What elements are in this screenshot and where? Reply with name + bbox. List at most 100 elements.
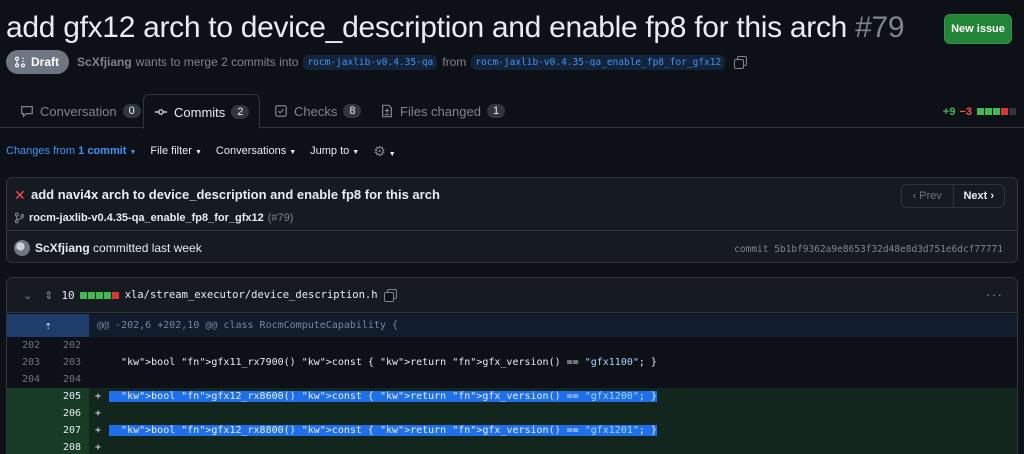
new-line-number[interactable]: 208 xyxy=(48,439,89,454)
diff-line: 203 203 "kw">bool "fn">gfx11_rx7900() "k… xyxy=(7,354,1017,371)
line-code: + "kw">bool "fn">gfx12_rx8600() "kw">con… xyxy=(89,388,1017,405)
file-header: ⌄ ⇕ 10 xla/stream_executor/device_descri… xyxy=(7,278,1017,313)
file-change-count: 10 xyxy=(61,288,75,302)
diff-marker: + xyxy=(95,442,102,453)
conversations-dropdown[interactable]: Conversations ▼ xyxy=(216,145,296,157)
settings-dropdown[interactable]: ⚙ ▼ xyxy=(373,143,396,160)
chevron-down-icon: ▼ xyxy=(352,149,360,156)
pr-header: add gfx12 arch to device_description and… xyxy=(6,8,1012,48)
merge-text: wants to merge 2 commits into xyxy=(135,55,299,69)
commit-branch: rocm-jaxlib-v0.4.35-qa_enable_fp8_for_gf… xyxy=(14,212,293,224)
diffstat-square xyxy=(95,291,103,299)
gear-icon: ⚙ xyxy=(373,142,386,159)
diff-rows: ⇡ @@ -202,6 +202,10 @@ class RocmCompute… xyxy=(7,314,1017,454)
new-line-number[interactable]: 205 xyxy=(48,388,89,405)
comment-icon xyxy=(21,106,33,118)
new-line-number[interactable]: 202 xyxy=(48,337,89,354)
failed-x-icon[interactable]: ✕ xyxy=(14,187,26,204)
commit-branch-link[interactable]: rocm-jaxlib-v0.4.35-qa_enable_fp8_for_gf… xyxy=(29,212,264,224)
commit-box: ✕ add navi4x arch to device_description … xyxy=(6,177,1018,263)
old-line-number[interactable] xyxy=(7,388,48,405)
diff-marker xyxy=(95,354,109,371)
tab-files-changed[interactable]: Files changed 1 xyxy=(370,94,515,128)
diffstat: +9 −3 xyxy=(943,106,1016,118)
old-line-number[interactable] xyxy=(7,422,48,439)
committed-text: committed last week xyxy=(93,241,202,255)
old-line-number[interactable]: 202 xyxy=(7,337,48,354)
diffstat-bar xyxy=(976,106,1016,118)
tab-conversation[interactable]: Conversation 0 xyxy=(10,94,151,128)
divider xyxy=(7,230,1017,231)
checklist-icon xyxy=(275,105,287,117)
new-line-number[interactable]: 206 xyxy=(48,405,89,422)
file-path[interactable]: xla/stream_executor/device_description.h xyxy=(125,289,378,301)
new-line-number[interactable]: 207 xyxy=(48,422,89,439)
diff-line: 204 204 xyxy=(7,371,1017,388)
diff-marker: + xyxy=(95,391,102,402)
file-filter-dropdown[interactable]: File filter ▼ xyxy=(150,145,202,157)
expand-all-icon[interactable]: ⇕ xyxy=(44,289,53,302)
avatar[interactable] xyxy=(14,240,30,256)
head-branch-link[interactable]: rocm-jaxlib-v0.4.35-qa_enable_fp8_for_gf… xyxy=(471,54,726,70)
tab-checks[interactable]: Checks 8 xyxy=(264,94,371,128)
committer-name[interactable]: ScXfjiang xyxy=(35,241,90,255)
git-branch-icon xyxy=(14,212,25,224)
changes-from-dropdown[interactable]: Changes from 1 commit ▼ xyxy=(6,145,136,157)
chevron-down-icon: ▼ xyxy=(289,149,297,156)
code-text: "kw">bool "fn">gfx12_rx8600() "kw">const… xyxy=(109,391,657,402)
chevron-down-icon: ▼ xyxy=(129,149,137,156)
draft-label: Draft xyxy=(31,55,60,69)
pr-title-text: add gfx12 arch to device_description and… xyxy=(6,11,848,44)
diff-marker: + xyxy=(95,425,102,436)
commit-pager: ‹ Prev Next › xyxy=(901,184,1005,208)
prev-commit-button[interactable]: ‹ Prev xyxy=(902,185,954,207)
old-line-number[interactable] xyxy=(7,439,48,454)
diff-file: ⌄ ⇕ 10 xla/stream_executor/device_descri… xyxy=(6,277,1018,454)
base-branch-link[interactable]: rocm-jaxlib-v0.4.35-qa xyxy=(303,54,438,70)
diffstat-square xyxy=(985,108,992,115)
copy-icon[interactable] xyxy=(734,56,748,69)
new-line-number[interactable]: 204 xyxy=(48,371,89,388)
tab-count: 2 xyxy=(231,105,250,119)
diffstat-square xyxy=(103,291,111,299)
diff-line: 202 202 xyxy=(7,337,1017,354)
more-options-icon[interactable]: ··· xyxy=(986,286,1003,302)
prev-label: Prev xyxy=(919,190,942,202)
diff-line-added: 207 + "kw">bool "fn">gfx12_rx8800() "kw"… xyxy=(7,422,1017,439)
diff-line-added: 206 + xyxy=(7,405,1017,422)
conversations-label: Conversations xyxy=(215,145,287,157)
commit-sha: commit 5b1bf9362a9e8653f32d48e8d3d751e6d… xyxy=(734,244,1003,255)
collapse-chevron-icon[interactable]: ⌄ xyxy=(23,289,32,302)
copy-path-icon[interactable] xyxy=(383,289,397,302)
hunk-header: ⇡ @@ -202,6 +202,10 @@ class RocmCompute… xyxy=(7,314,1017,337)
diff-marker: + xyxy=(95,408,102,419)
tab-count: 8 xyxy=(343,104,362,118)
file-diff-icon xyxy=(382,104,392,118)
code-text: "kw">bool "fn">gfx11_rx7900() "kw">const… xyxy=(121,357,657,368)
committer-line: ScXfjiang committed last week xyxy=(35,241,202,255)
chevron-right-icon: › xyxy=(987,190,995,202)
diffstat-square xyxy=(977,108,984,115)
old-line-number[interactable]: 203 xyxy=(7,354,48,371)
old-line-number[interactable] xyxy=(7,405,48,422)
diff-toolbar: Changes from 1 commit ▼ File filter ▼ Conv… xyxy=(6,142,396,160)
new-line-number[interactable]: 203 xyxy=(48,354,89,371)
draft-pr-icon xyxy=(14,56,26,68)
diffstat-deletions: −3 xyxy=(959,106,972,118)
diffstat-square xyxy=(111,291,119,299)
line-code: "kw">bool "fn">gfx11_rx7900() "kw">const… xyxy=(89,354,1017,371)
pr-author-link[interactable]: ScXfjiang xyxy=(77,55,132,69)
expand-up-icon[interactable]: ⇡ xyxy=(7,314,89,337)
old-line-number[interactable]: 204 xyxy=(7,371,48,388)
diff-line-added: 208 + xyxy=(7,439,1017,454)
diffstat-square xyxy=(993,108,1000,115)
tab-count: 0 xyxy=(122,104,141,118)
new-issue-button[interactable]: New issue xyxy=(944,14,1012,44)
commit-pr-ref[interactable]: (#79) xyxy=(268,212,294,224)
next-commit-button[interactable]: Next › xyxy=(954,185,1005,207)
commit-message: add navi4x arch to device_description an… xyxy=(31,187,440,202)
jump-to-dropdown[interactable]: Jump to ▼ xyxy=(310,145,359,157)
tab-commits[interactable]: Commits 2 xyxy=(143,94,261,129)
